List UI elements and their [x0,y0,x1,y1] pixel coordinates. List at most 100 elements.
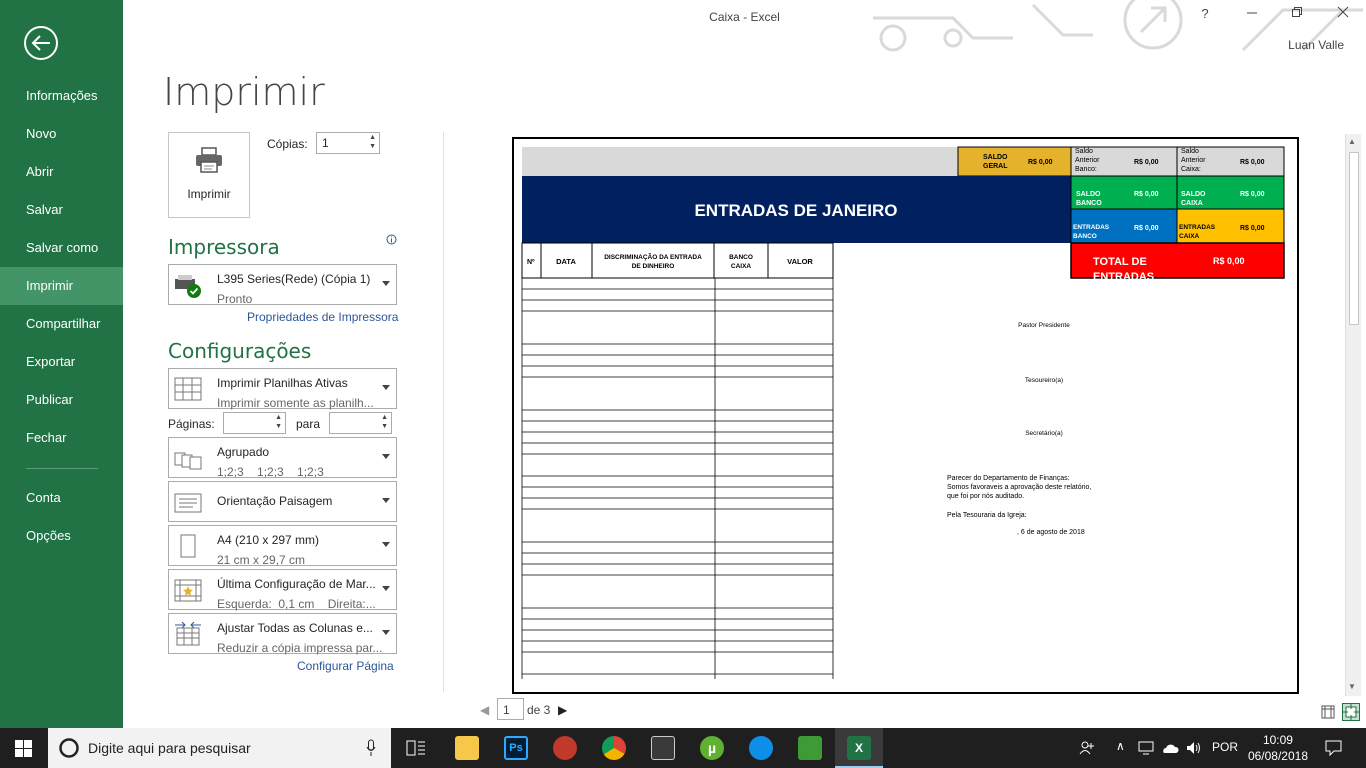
page-setup-link[interactable]: Configurar Página [297,659,394,673]
print-what-sub: Imprimir somente as planilh... [217,396,374,410]
restore-button[interactable] [1285,6,1309,26]
close-button[interactable] [1331,6,1355,26]
pages-from-input[interactable]: ▲ ▼ [223,412,286,434]
printer-dropdown[interactable]: L395 Series(Rede) (Cópia 1) Pronto [168,264,397,306]
network-icon[interactable] [1138,740,1156,756]
nav-imprimir[interactable]: Imprimir [0,267,123,305]
header-gray-band [522,147,958,176]
preview-scrollbar[interactable]: ▲ ▼ [1345,134,1361,696]
spin-up-icon[interactable]: ▲ [275,414,282,421]
app-red-icon[interactable] [553,736,577,760]
sheets-grid-icon [174,377,202,401]
sheet-title: ENTRADAS DE JANEIRO [694,201,897,220]
people-icon[interactable] [1079,740,1095,756]
help-button[interactable]: ? [1193,6,1217,26]
date-line: , 6 de agosto de 2018 [1017,529,1085,536]
page-title: Imprimir [163,70,325,114]
margins-dropdown[interactable]: Última Configuração de Mar... Esquerda: … [168,569,397,611]
chevron-up-icon[interactable]: ∧ [1116,739,1125,753]
prev-page-icon[interactable]: ◀ [480,703,489,717]
volume-icon[interactable] [1185,740,1203,756]
scroll-thumb[interactable] [1349,152,1359,325]
nav-opcoes[interactable]: Opções [0,517,123,555]
nav-publicar[interactable]: Publicar [0,381,123,419]
utorrent-icon[interactable]: µ [700,736,724,760]
printer-ready-icon [175,275,201,298]
show-margins-icon[interactable] [1321,705,1335,719]
teamviewer-icon[interactable] [749,736,773,760]
page-number-input[interactable]: 1 [497,698,524,720]
print-what-title: Imprimir Planilhas Ativas [217,376,348,390]
spin-up-icon[interactable]: ▲ [369,134,376,141]
nav-novo[interactable]: Novo [0,115,123,153]
taskbar-excel-active[interactable]: X [835,728,883,768]
next-page-icon[interactable]: ▶ [558,703,567,717]
nav-conta[interactable]: Conta [0,479,123,517]
minimize-button[interactable] [1240,6,1264,26]
page-count: de 3 [527,703,551,717]
spin-down-icon[interactable]: ▼ [275,423,282,430]
collate-dropdown[interactable]: Agrupado 1;2;3 1;2;3 1;2;3 [168,437,397,479]
parecer-line2: Somos favoraveis a aprovação deste relat… [947,484,1091,491]
col-valor: VALOR [787,257,813,266]
nav-informacoes[interactable]: Informações [0,77,123,115]
chevron-down-icon [382,454,390,459]
chevron-down-icon [382,586,390,591]
margins-title: Última Configuração de Mar... [217,577,376,591]
scroll-down-icon[interactable]: ▼ [1348,682,1356,691]
spin-up-icon[interactable]: ▲ [381,414,388,421]
copies-label: Cópias: [267,137,308,151]
nav-abrir[interactable]: Abrir [0,153,123,191]
zoom-to-page-icon[interactable] [1342,703,1360,721]
copies-value: 1 [322,136,329,150]
printer-name: L395 Series(Rede) (Cópia 1) [217,272,371,286]
scaling-title: Ajustar Todas as Colunas e... [217,621,373,635]
orientation-dropdown[interactable]: Orientação Paisagem [168,481,397,522]
nav-compartilhar[interactable]: Compartilhar [0,305,123,343]
pages-to-input[interactable]: ▲ ▼ [329,412,392,434]
app-green-icon[interactable] [798,736,822,760]
printer-status: Pronto [217,292,253,306]
print-what-dropdown[interactable]: Imprimir Planilhas Ativas Imprimir somen… [168,368,397,410]
notifications-icon[interactable] [1325,740,1342,756]
nav-salvar-como[interactable]: Salvar como [0,229,123,267]
margins-icon [174,579,202,602]
scaling-dropdown[interactable]: Ajustar Todas as Colunas e... Reduzir a … [168,613,397,655]
info-icon[interactable] [386,234,397,245]
photoshop-icon[interactable]: Ps [504,736,528,760]
user-name[interactable]: Luan Valle [1288,38,1344,52]
taskbar-clock[interactable]: 10:09 06/08/2018 [1248,732,1308,764]
saldo-ant-banco-value: R$ 0,00 [1134,159,1159,166]
pages-label: Páginas: [168,417,215,431]
calculator-icon[interactable] [651,736,675,760]
microphone-icon[interactable] [366,739,376,757]
parecer-line3: que foi por nós auditado. [947,493,1024,500]
parecer-line1: Parecer do Departamento de Finanças: [947,475,1070,482]
print-button-label: Imprimir [187,187,231,201]
print-button[interactable]: Imprimir [168,132,250,218]
task-view-icon[interactable] [406,740,426,756]
nav-salvar[interactable]: Salvar [0,191,123,229]
onedrive-icon[interactable] [1161,740,1179,756]
chevron-down-icon [382,385,390,390]
entradas-caixa-value: R$ 0,00 [1240,225,1265,232]
chrome-icon[interactable] [602,736,626,760]
input-language[interactable]: POR [1212,740,1238,754]
printer-properties-link[interactable]: Propriedades de Impressora [247,310,398,324]
spin-down-icon[interactable]: ▼ [369,143,376,150]
spin-down-icon[interactable]: ▼ [381,423,388,430]
chevron-down-icon [382,498,390,503]
scroll-up-icon[interactable]: ▲ [1348,137,1356,146]
fit-columns-icon [175,621,201,646]
nav-fechar[interactable]: Fechar [0,419,123,457]
saldo-ant-caixa-value: R$ 0,00 [1240,159,1265,166]
paper-size-dropdown[interactable]: A4 (210 x 297 mm) 21 cm x 29,7 cm [168,525,397,567]
taskbar-search[interactable]: Digite aqui para pesquisar [48,728,391,768]
nav-exportar[interactable]: Exportar [0,343,123,381]
windows-start-icon[interactable] [15,740,32,757]
orientation-title: Orientação Paisagem [217,494,333,508]
file-explorer-icon[interactable] [455,736,479,760]
chevron-down-icon [382,542,390,547]
back-arrow-icon[interactable] [24,26,58,60]
copies-stepper[interactable]: 1 ▲ ▼ [316,132,380,154]
